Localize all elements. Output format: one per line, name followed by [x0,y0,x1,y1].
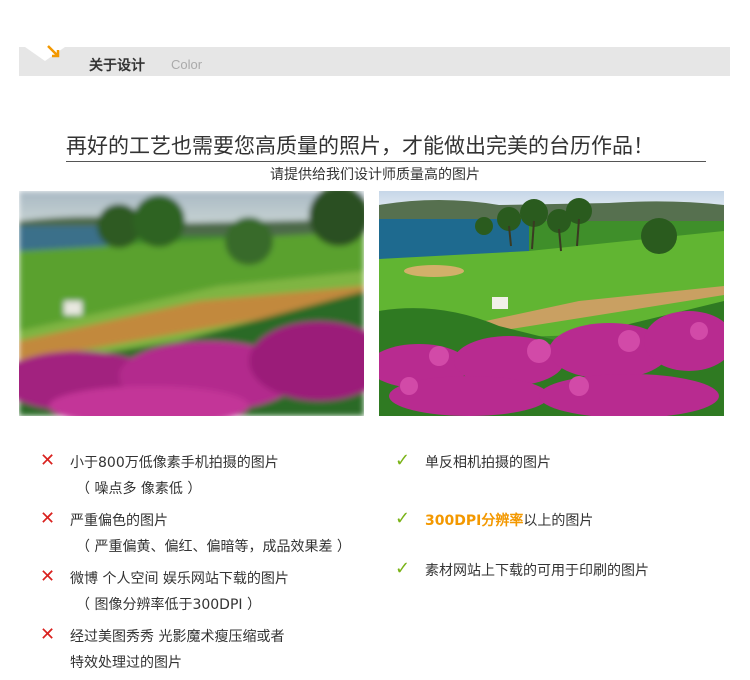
bad-item-note: （ 图像分辨率低于300DPI ） [76,597,261,613]
green-check-icon: ✓ [395,558,411,579]
bad-item-note: （ 噪点多 像素低 ） [76,481,202,497]
orange-arrow-icon [47,45,60,58]
good-item-title: 300DPI分辨率以上的图片 [425,510,593,530]
bad-item-title: 小于800万低像素手机拍摄的图片 [70,455,279,471]
subheadline: 请提供给我们设计师质量高的图片 [270,167,480,183]
bad-item-title: 微博 个人空间 娱乐网站下载的图片 [70,571,289,587]
bad-item-note: 特效处理过的图片 [70,655,182,671]
sharp-photo-example [379,191,724,416]
good-item-highlight: 300DPI分辨率 [425,513,524,529]
good-item-title: 素材网站上下载的可用于印刷的图片 [425,563,649,579]
bad-item-note: （ 严重偏黄、偏红、偏暗等，成品效果差 ） [76,539,351,555]
red-x-icon: ✕ [40,566,56,587]
section-title: 关于设计 [89,58,145,74]
red-x-icon: ✕ [40,624,56,645]
headline: 再好的工艺也需要您高质量的照片，才能做出完美的台历作品！ [66,130,706,162]
blurry-photo-example [19,191,364,416]
red-x-icon: ✕ [40,450,56,471]
green-check-icon: ✓ [395,508,411,529]
bad-photo-list: ✕ 小于800万低像素手机拍摄的图片 （ 噪点多 像素低 ） ✕ 严重偏色的图片… [40,450,370,672]
bad-item-title: 严重偏色的图片 [70,513,168,529]
good-item-rest: 以上的图片 [523,513,594,529]
green-check-icon: ✓ [395,450,411,471]
red-x-icon: ✕ [40,508,56,529]
section-subtitle: Color [171,57,203,72]
good-item-title: 单反相机拍摄的图片 [425,455,551,471]
bad-item-title: 经过美图秀秀 光影魔术瘦压缩或者 [70,629,285,645]
good-photo-list: ✓ 单反相机拍摄的图片 ✓ 300DPI分辨率以上的图片 ✓ 素材网站上下载的可… [395,450,725,592]
